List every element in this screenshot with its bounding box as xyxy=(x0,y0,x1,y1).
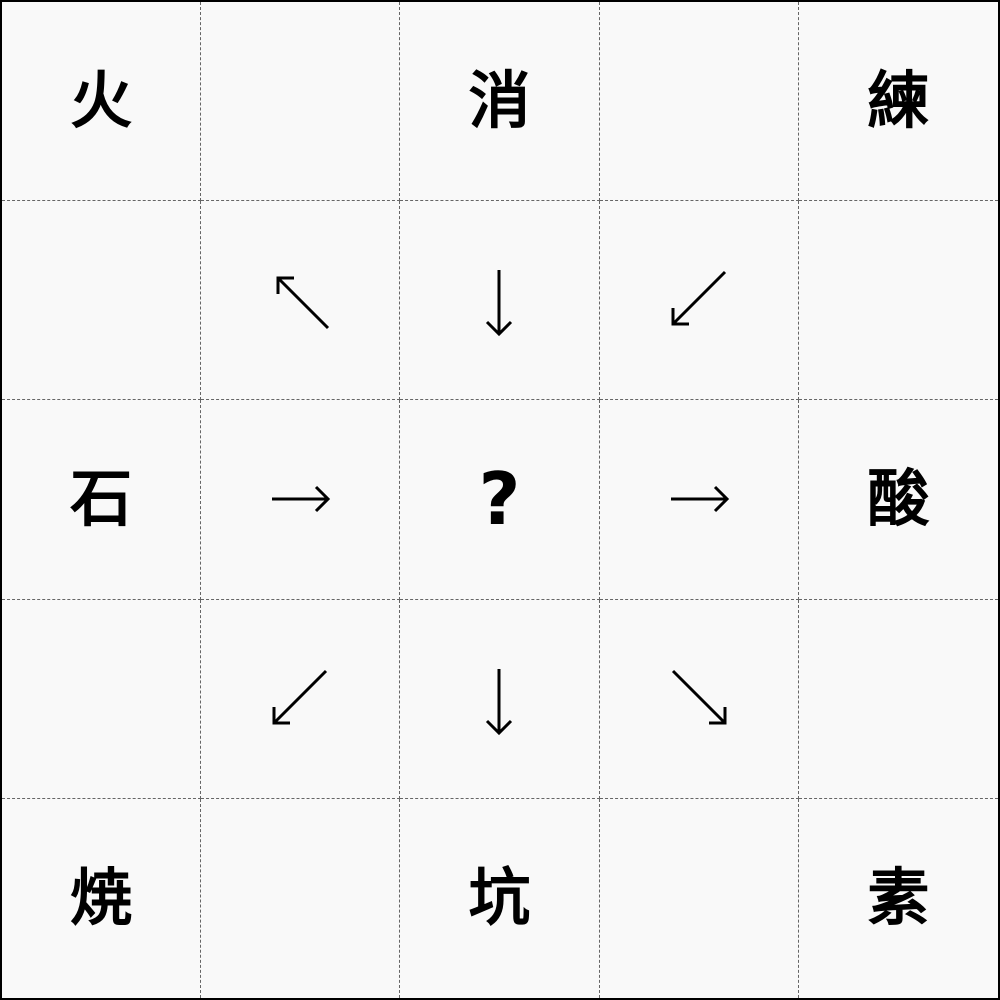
cell-arrow-r3c2 xyxy=(400,599,600,799)
cell-empty xyxy=(201,798,401,998)
arrow-up-left-icon xyxy=(276,276,330,330)
cell-top-left: 火 xyxy=(2,2,202,202)
cell-arrow-r1c2 xyxy=(400,201,600,401)
kanji-top-left: 火 xyxy=(70,64,133,138)
arrow-down-left-icon xyxy=(272,669,328,725)
puzzle-board: 火 消 練 石 ? 酸 焼 坑 素 xyxy=(0,0,1000,1000)
cell-middle-right: 酸 xyxy=(798,400,998,600)
cell-center: ? xyxy=(400,400,600,600)
kanji-bottom-left: 焼 xyxy=(70,861,133,935)
arrow-down-left-icon xyxy=(671,271,726,326)
arrow-down-icon xyxy=(486,668,513,735)
arrow-down-icon xyxy=(486,270,513,337)
kanji-middle-right: 酸 xyxy=(867,462,930,536)
cell-arrow-r1c1 xyxy=(201,201,401,401)
cell-bottom-left: 焼 xyxy=(2,798,202,998)
cell-empty xyxy=(798,600,998,799)
cell-empty xyxy=(2,201,202,401)
kanji-top-right: 練 xyxy=(867,64,930,138)
cell-arrow-r2c1 xyxy=(201,400,401,600)
cell-arrow-r1c3 xyxy=(599,201,799,401)
kanji-middle-left: 石 xyxy=(70,462,133,536)
cell-empty xyxy=(798,201,998,401)
cell-top-right: 練 xyxy=(798,2,998,202)
kanji-top-center: 消 xyxy=(468,64,531,138)
question-mark: ? xyxy=(478,457,521,542)
cell-top-center: 消 xyxy=(400,2,600,202)
cell-empty xyxy=(599,2,799,202)
cell-arrow-r3c3 xyxy=(599,599,799,799)
cell-middle-left: 石 xyxy=(2,400,202,600)
kanji-bottom-right: 素 xyxy=(867,861,930,935)
arrow-right-icon xyxy=(670,486,729,513)
cell-arrow-r2c3 xyxy=(599,400,799,600)
cell-bottom-center: 坑 xyxy=(400,798,600,998)
cell-empty xyxy=(2,599,202,799)
cell-arrow-r3c1 xyxy=(201,599,401,799)
cell-empty xyxy=(201,2,401,202)
cell-empty xyxy=(600,798,799,998)
kanji-bottom-center: 坑 xyxy=(468,861,531,935)
arrow-right-icon xyxy=(272,486,331,513)
cell-bottom-right: 素 xyxy=(799,799,998,998)
arrow-down-right-icon xyxy=(671,669,727,725)
